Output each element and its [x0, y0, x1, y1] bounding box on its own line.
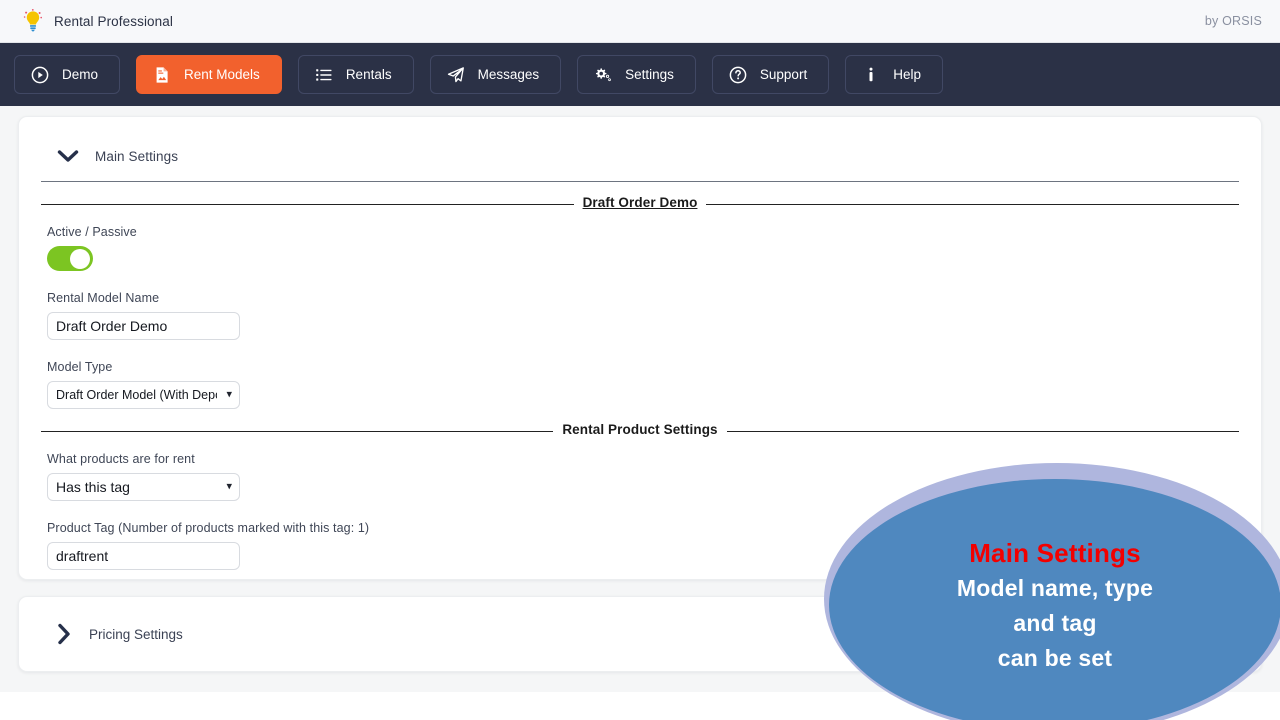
toggle-knob [70, 248, 90, 269]
what-products-select[interactable]: Has this tag [47, 473, 240, 501]
lightbulb-icon [22, 9, 44, 33]
play-circle-icon [31, 66, 49, 84]
app-root: Rental Professional by ORSIS Demo Rent M… [0, 0, 1280, 720]
field-rental-model-name: Rental Model Name [39, 291, 1241, 340]
top-bar: Rental Professional by ORSIS [0, 0, 1280, 43]
main-nav: Demo Rent Models Rentals Messages Settin… [0, 43, 1280, 106]
what-products-select-wrap: Has this tag ▾ [47, 473, 240, 501]
brand: Rental Professional [22, 9, 173, 33]
model-type-label: Model Type [47, 360, 113, 374]
chevron-right-icon [57, 623, 71, 645]
field-model-type: Model Type Draft Order Model (With Depo … [39, 360, 1241, 409]
nav-label: Settings [625, 67, 674, 82]
products-legend-rule: Rental Product Settings [41, 422, 1239, 437]
product-tag-label: Product Tag (Number of products marked w… [47, 521, 370, 535]
products-legend-text: Rental Product Settings [553, 422, 727, 437]
app-title: Rental Professional [54, 13, 173, 29]
field-active-passive: Active / Passive [39, 225, 1241, 271]
nav-label: Rentals [345, 67, 392, 82]
field-product-tag: Product Tag (Number of products marked w… [39, 521, 1241, 570]
main-settings-card: Main Settings Draft Order Demo Active / … [18, 116, 1262, 580]
chevron-down-icon [57, 149, 79, 163]
paper-plane-icon [447, 66, 465, 84]
model-legend-text: Draft Order Demo [573, 195, 707, 210]
nav-item-demo[interactable]: Demo [14, 55, 121, 94]
nav-item-help[interactable]: Help [845, 55, 943, 94]
pricing-settings-label: Pricing Settings [89, 626, 183, 642]
active-passive-label: Active / Passive [47, 225, 137, 239]
model-type-select-wrap: Draft Order Model (With Depo ▾ [47, 381, 240, 409]
field-what-products: What products are for rent Has this tag … [39, 452, 1241, 501]
nav-item-rentals[interactable]: Rentals [297, 55, 414, 94]
page-body: Main Settings Draft Order Demo Active / … [0, 106, 1280, 692]
nav-item-rent-models[interactable]: Rent Models [136, 55, 282, 94]
pricing-settings-card[interactable]: Pricing Settings [18, 596, 1262, 672]
main-settings-label: Main Settings [95, 148, 179, 164]
info-icon [862, 66, 880, 84]
nav-label: Messages [477, 67, 540, 82]
nav-item-support[interactable]: Support [711, 55, 830, 94]
nav-item-settings[interactable]: Settings [577, 55, 696, 94]
nav-label: Help [893, 67, 921, 82]
rental-model-name-input[interactable] [47, 312, 240, 340]
gears-icon [594, 66, 612, 84]
pricing-settings-header[interactable]: Pricing Settings [39, 623, 183, 645]
list-icon [315, 66, 333, 84]
model-legend-rule: Draft Order Demo [41, 195, 1239, 210]
document-icon [153, 66, 171, 84]
question-circle-icon [729, 66, 747, 84]
nav-item-messages[interactable]: Messages [429, 55, 562, 94]
model-type-select[interactable]: Draft Order Model (With Depo [47, 381, 240, 409]
rental-model-name-label: Rental Model Name [47, 291, 160, 305]
what-products-label: What products are for rent [47, 452, 195, 466]
nav-label: Rent Models [184, 67, 260, 82]
product-tag-input[interactable] [47, 542, 240, 570]
nav-label: Support [759, 67, 808, 82]
header-divider [41, 181, 1239, 182]
main-settings-header[interactable]: Main Settings [39, 143, 1241, 169]
active-passive-toggle[interactable] [47, 246, 93, 271]
vendor-byline: by ORSIS [1204, 14, 1262, 28]
nav-label: Demo [62, 67, 99, 82]
